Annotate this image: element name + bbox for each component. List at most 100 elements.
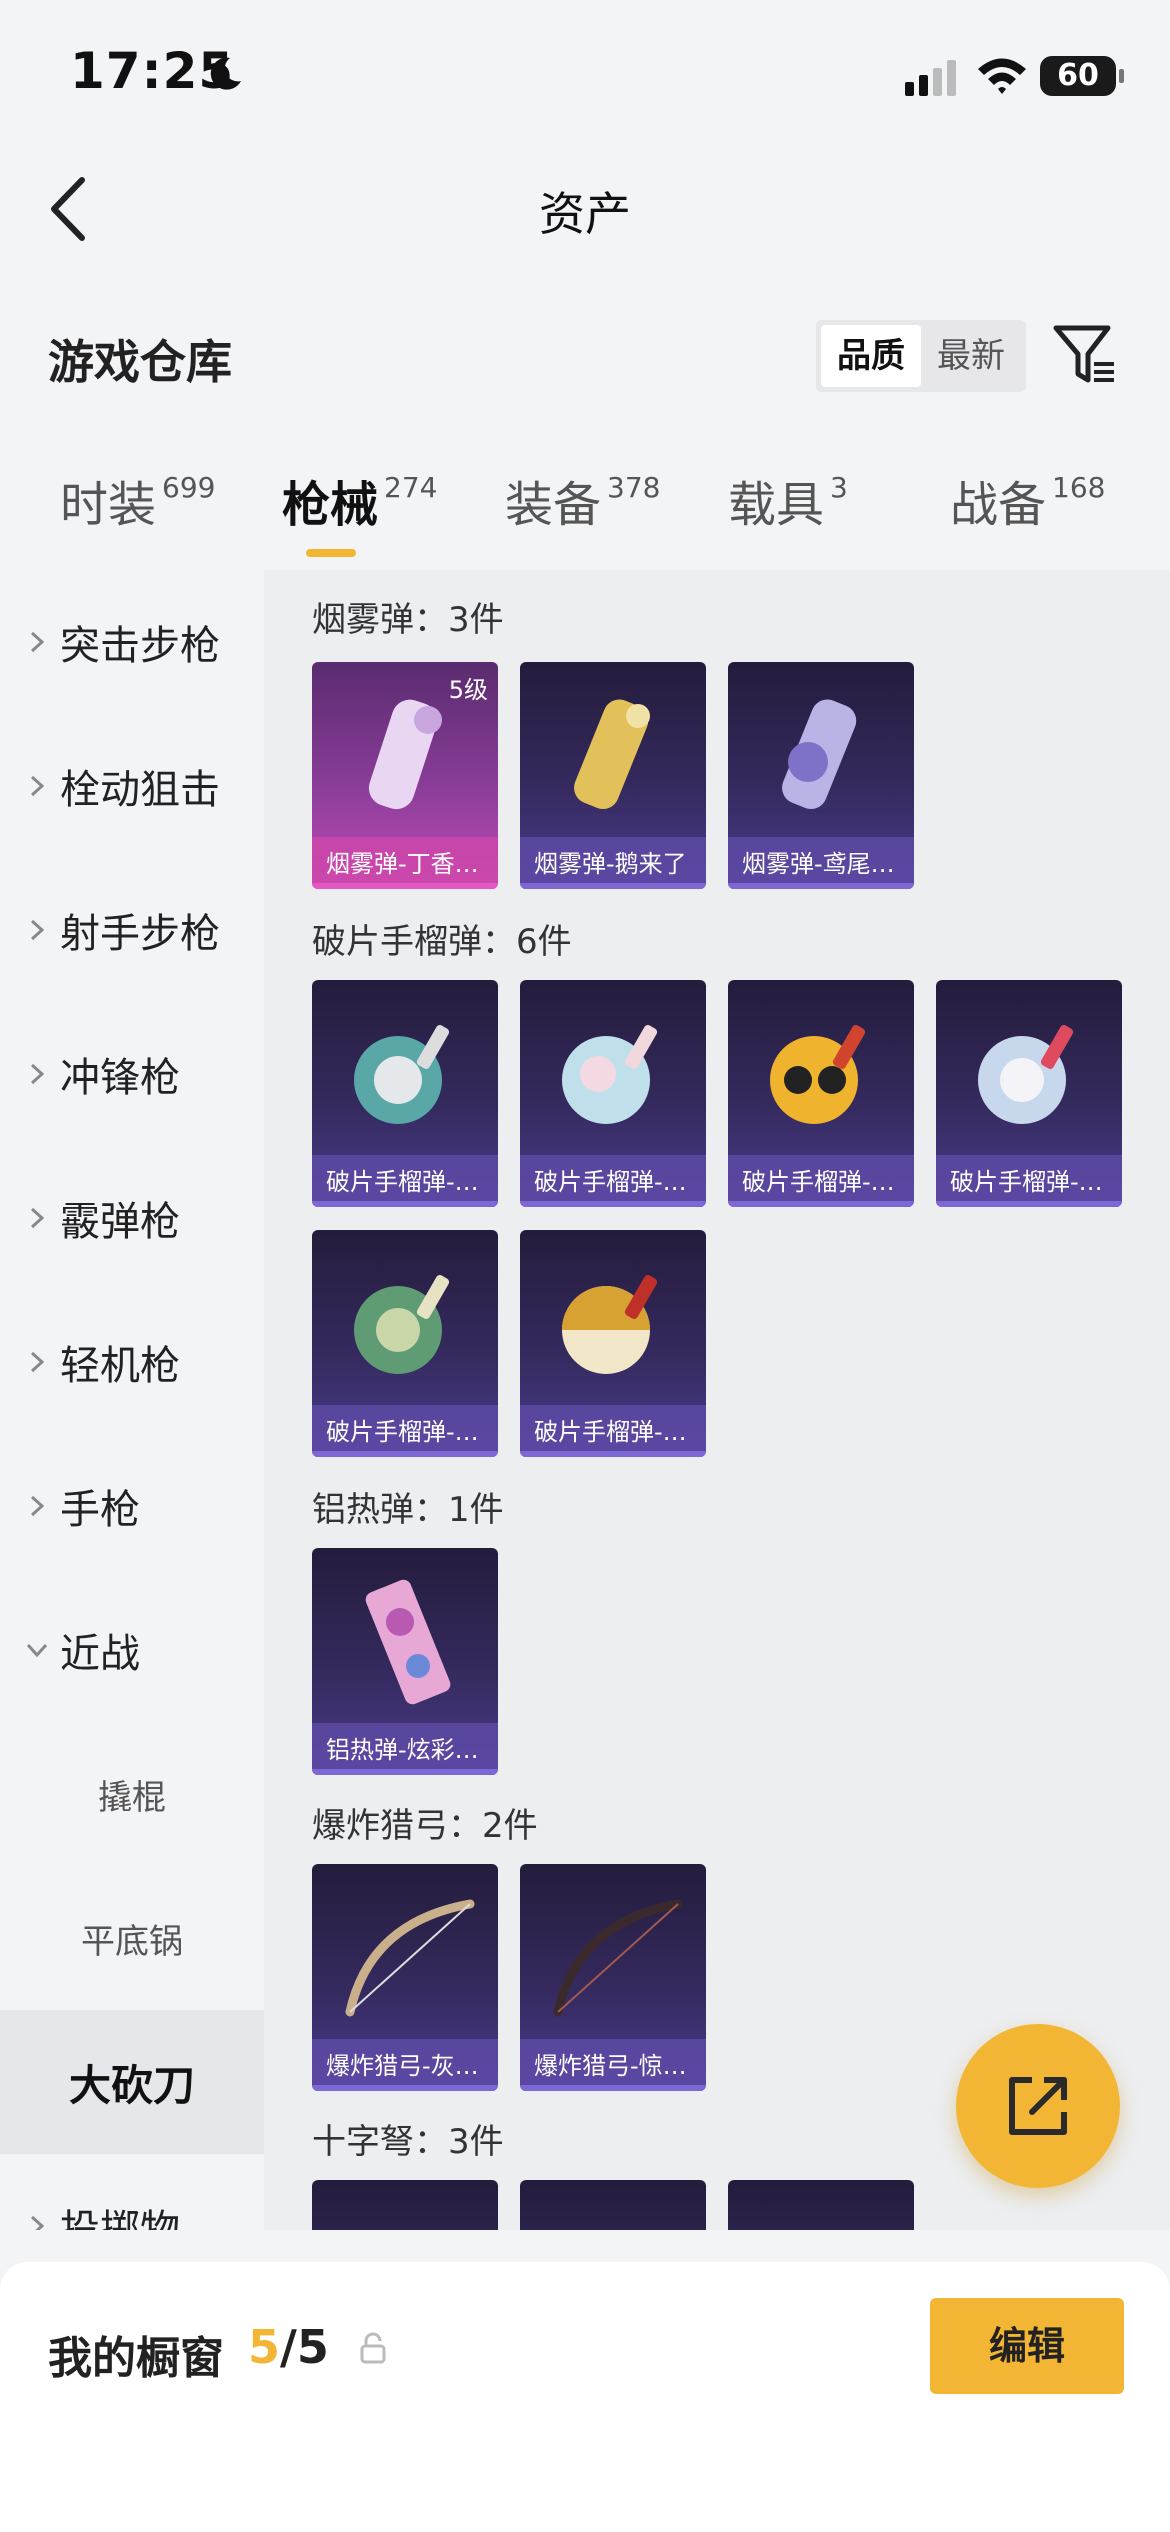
smoke-grenade-icon	[782, 699, 857, 810]
tab-firearms[interactable]: 枪械 274	[282, 465, 438, 557]
item-card[interactable]: 破片手榴弹-…	[936, 980, 1122, 1207]
chevron-right-icon	[30, 775, 45, 797]
sidebar-item-label: 霰弹枪	[60, 1199, 180, 1245]
frag-grenade-icon	[354, 1025, 450, 1124]
sidebar-item-lmg[interactable]: 轻机枪	[0, 1290, 264, 1434]
sidebar-item-pistol[interactable]: 手枪	[0, 1434, 264, 1578]
item-name: 破片手榴弹-…	[534, 1418, 687, 1446]
item-name: 烟雾弹-鹅来了	[534, 850, 687, 878]
thermite-grenade-icon	[365, 1579, 451, 1705]
group-label-bow: 爆炸猎弓：2件	[312, 1806, 538, 1846]
tab-active-indicator	[306, 549, 356, 557]
showcase-total: /5	[280, 2320, 329, 2374]
sidebar-subitem-crowbar[interactable]: 撬棍	[0, 1722, 264, 1866]
tab-count: 274	[384, 471, 438, 504]
hunting-bow-icon	[553, 1899, 683, 2017]
sidebar-item-label: 轻机枪	[60, 1343, 180, 1389]
sidebar-item-label: 手枪	[60, 1487, 140, 1533]
category-tabs: 时装 699 枪械 274 装备 378 载具 3 战备 168	[0, 465, 1170, 565]
item-card[interactable]: 5级 烟雾弹-丁香…	[312, 662, 498, 889]
item-name: 破片手榴弹-…	[950, 1168, 1103, 1196]
tab-count: 3	[830, 471, 848, 504]
edit-button[interactable]: 编辑	[930, 2298, 1124, 2394]
frag-grenade-icon	[354, 1275, 450, 1374]
item-name: 烟雾弹-丁香…	[326, 850, 479, 878]
sidebar-item-marksman-rifle[interactable]: 射手步枪	[0, 858, 264, 1002]
group-label-frag: 破片手榴弹：6件	[312, 922, 572, 962]
sort-latest-option[interactable]: 最新	[921, 325, 1021, 387]
lock-icon	[360, 2332, 386, 2364]
chevron-down-icon	[26, 1643, 48, 1658]
sidebar-subitem-frying-pan[interactable]: 平底锅	[0, 1866, 264, 2010]
item-name: 烟雾弹-鸢尾…	[742, 850, 895, 878]
item-card[interactable]: 破片手榴弹-…	[728, 980, 914, 1207]
sidebar-item-label: 大砍刀	[68, 2060, 195, 2110]
frag-grenade-icon	[562, 1275, 658, 1374]
share-icon	[1009, 2077, 1067, 2135]
item-card[interactable]	[520, 2180, 706, 2230]
sidebar-item-label: 突击步枪	[60, 623, 220, 669]
item-card[interactable]	[728, 2180, 914, 2230]
item-card[interactable]: 破片手榴弹-…	[520, 980, 706, 1207]
item-name: 破片手榴弹-…	[534, 1168, 687, 1196]
item-card[interactable]: 烟雾弹-鸢尾…	[728, 662, 914, 889]
sidebar-subitem-machete[interactable]: 大砍刀	[0, 2010, 264, 2154]
item-card[interactable]: 破片手榴弹-…	[312, 980, 498, 1207]
showcase-count: 5/5	[248, 2320, 329, 2374]
tab-vehicles[interactable]: 载具 3	[728, 465, 848, 535]
showcase-current: 5	[248, 2320, 281, 2374]
item-card[interactable]: 破片手榴弹-…	[520, 1230, 706, 1457]
sidebar-item-smg[interactable]: 冲锋枪	[0, 1002, 264, 1146]
tab-label: 枪械	[282, 477, 379, 533]
nav-bar: 资产	[0, 150, 1170, 270]
sidebar-item-label: 冲锋枪	[60, 1055, 180, 1101]
item-name: 破片手榴弹-…	[326, 1418, 479, 1446]
sidebar-item-label: 射手步枪	[60, 911, 220, 957]
sort-quality-option[interactable]: 品质	[821, 325, 921, 387]
tab-label: 战备	[950, 477, 1047, 533]
sidebar-item-assault-rifle[interactable]: 突击步枪	[0, 570, 264, 714]
tab-fashion[interactable]: 时装 699	[60, 465, 215, 535]
item-card[interactable]: 爆炸猎弓-灰…	[312, 1864, 498, 2091]
tab-equipment[interactable]: 装备 378	[505, 465, 660, 535]
item-card[interactable]: 爆炸猎弓-惊…	[520, 1864, 706, 2091]
sidebar: 突击步枪 栓动狙击 射手步枪 冲锋枪 霰弹枪 轻机枪 手枪 近战 撬棍 平底锅 …	[0, 570, 264, 2230]
tab-label: 装备	[505, 477, 602, 533]
sort-toggle: 品质 最新	[816, 320, 1026, 392]
frag-grenade-icon	[562, 1025, 658, 1124]
frag-grenade-icon	[978, 1025, 1074, 1124]
share-fab-button[interactable]	[956, 2024, 1120, 2188]
sidebar-item-melee[interactable]: 近战	[0, 1578, 264, 1722]
sidebar-item-label: 平底锅	[81, 1921, 183, 1962]
showcase-title: 我的橱窗	[48, 2333, 224, 2384]
cellular-signal-icon	[905, 60, 956, 96]
group-label-crossbow: 十字弩：3件	[312, 2122, 504, 2162]
item-name: 爆炸猎弓-惊…	[534, 2052, 687, 2080]
chevron-right-icon	[30, 2215, 45, 2230]
filter-icon[interactable]	[1052, 322, 1118, 388]
sidebar-item-throwables[interactable]: 投掷物	[0, 2154, 264, 2230]
tab-supplies[interactable]: 战备 168	[950, 465, 1105, 535]
chevron-right-icon	[30, 1495, 45, 1517]
item-card[interactable]: 铝热弹-炫彩…	[312, 1548, 498, 1775]
sidebar-item-label: 近战	[60, 1631, 140, 1677]
battery-indicator: 60	[1040, 56, 1124, 96]
chevron-right-icon	[30, 1207, 45, 1229]
item-name: 铝热弹-炫彩…	[326, 1736, 479, 1764]
item-name: 破片手榴弹-…	[326, 1168, 479, 1196]
showcase-bar: 我的橱窗 5/5 编辑	[0, 2262, 1170, 2532]
item-card[interactable]: 破片手榴弹-…	[312, 1230, 498, 1457]
status-bar: 17:25 60	[0, 0, 1170, 150]
sidebar-item-shotgun[interactable]: 霰弹枪	[0, 1146, 264, 1290]
sidebar-item-label: 撬棍	[98, 1777, 166, 1818]
sidebar-item-bolt-sniper[interactable]: 栓动狙击	[0, 714, 264, 858]
item-card[interactable]	[312, 2180, 498, 2230]
item-card[interactable]: 烟雾弹-鹅来了	[520, 662, 706, 889]
hunting-bow-icon	[345, 1899, 475, 2017]
tab-count: 699	[162, 471, 216, 504]
smoke-grenade-icon	[574, 699, 650, 810]
group-label-thermite: 铝热弹：1件	[312, 1490, 504, 1530]
item-name: 爆炸猎弓-灰…	[326, 2052, 479, 2080]
tab-label: 时装	[60, 477, 157, 533]
wifi-icon	[978, 58, 1026, 94]
